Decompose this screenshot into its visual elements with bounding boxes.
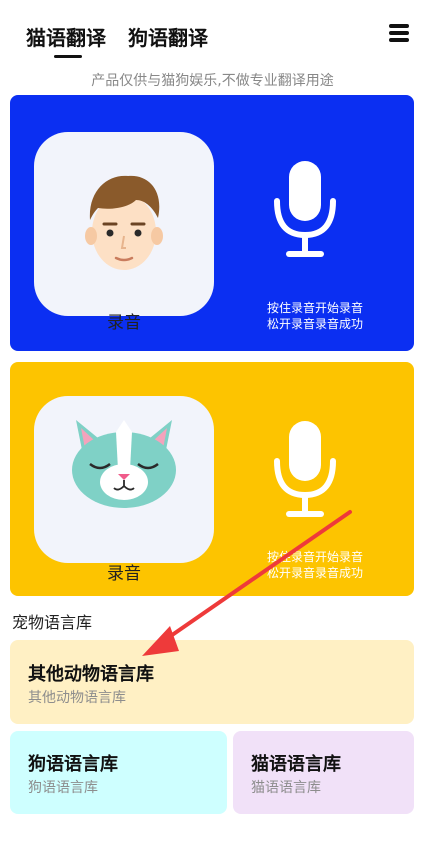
human-record-panel: 录音 按住录音开始录音 松开录音录音成功 <box>10 95 414 351</box>
tab-cat-translate[interactable]: 猫语翻译 <box>26 22 106 58</box>
cat-record-panel: 录音 按住录音开始录音 松开录音录音成功 <box>10 362 414 596</box>
human-record-label: 录音 <box>107 313 141 333</box>
man-avatar-icon <box>85 175 163 270</box>
microphone-icon[interactable] <box>272 421 338 521</box>
disclaimer-text: 产品仅供与猫狗娱乐,不做专业翻译用途 <box>91 73 334 89</box>
cat-record-label: 录音 <box>107 564 141 584</box>
cat-avatar-icon <box>72 420 176 508</box>
library-item-name: 猫语语言库 <box>251 754 341 775</box>
library-item-desc: 狗语语言库 <box>28 780 98 796</box>
library-item-desc: 其他动物语言库 <box>28 690 126 706</box>
hint-line-press: 按住录音开始录音 <box>266 301 363 315</box>
tab-dog-translate[interactable]: 狗语翻译 <box>128 22 208 51</box>
microphone-icon[interactable] <box>272 161 338 261</box>
menu-icon[interactable] <box>389 24 409 42</box>
cat-record-hint: 按住录音开始录音 松开录音录音成功 <box>250 549 380 581</box>
library-item-desc: 猫语语言库 <box>251 780 321 796</box>
header-tabs: 猫语翻译 狗语翻译 <box>26 22 208 58</box>
library-item-name: 狗语语言库 <box>28 754 118 775</box>
library-item-other-animals[interactable]: 其他动物语言库 其他动物语言库 <box>10 640 414 724</box>
hint-line-release: 松开录音录音成功 <box>266 566 363 580</box>
hint-line-release: 松开录音录音成功 <box>266 317 363 331</box>
library-item-name: 其他动物语言库 <box>28 664 154 685</box>
human-record-hint: 按住录音开始录音 松开录音录音成功 <box>250 300 380 332</box>
library-item-dog[interactable]: 狗语语言库 狗语语言库 <box>10 731 227 814</box>
hint-line-press: 按住录音开始录音 <box>266 550 363 564</box>
cat-record-button[interactable]: 录音 <box>34 396 214 584</box>
human-record-button[interactable]: 录音 <box>34 132 214 333</box>
library-section-title: 宠物语言库 <box>12 613 93 632</box>
library-item-cat[interactable]: 猫语语言库 猫语语言库 <box>233 731 414 814</box>
